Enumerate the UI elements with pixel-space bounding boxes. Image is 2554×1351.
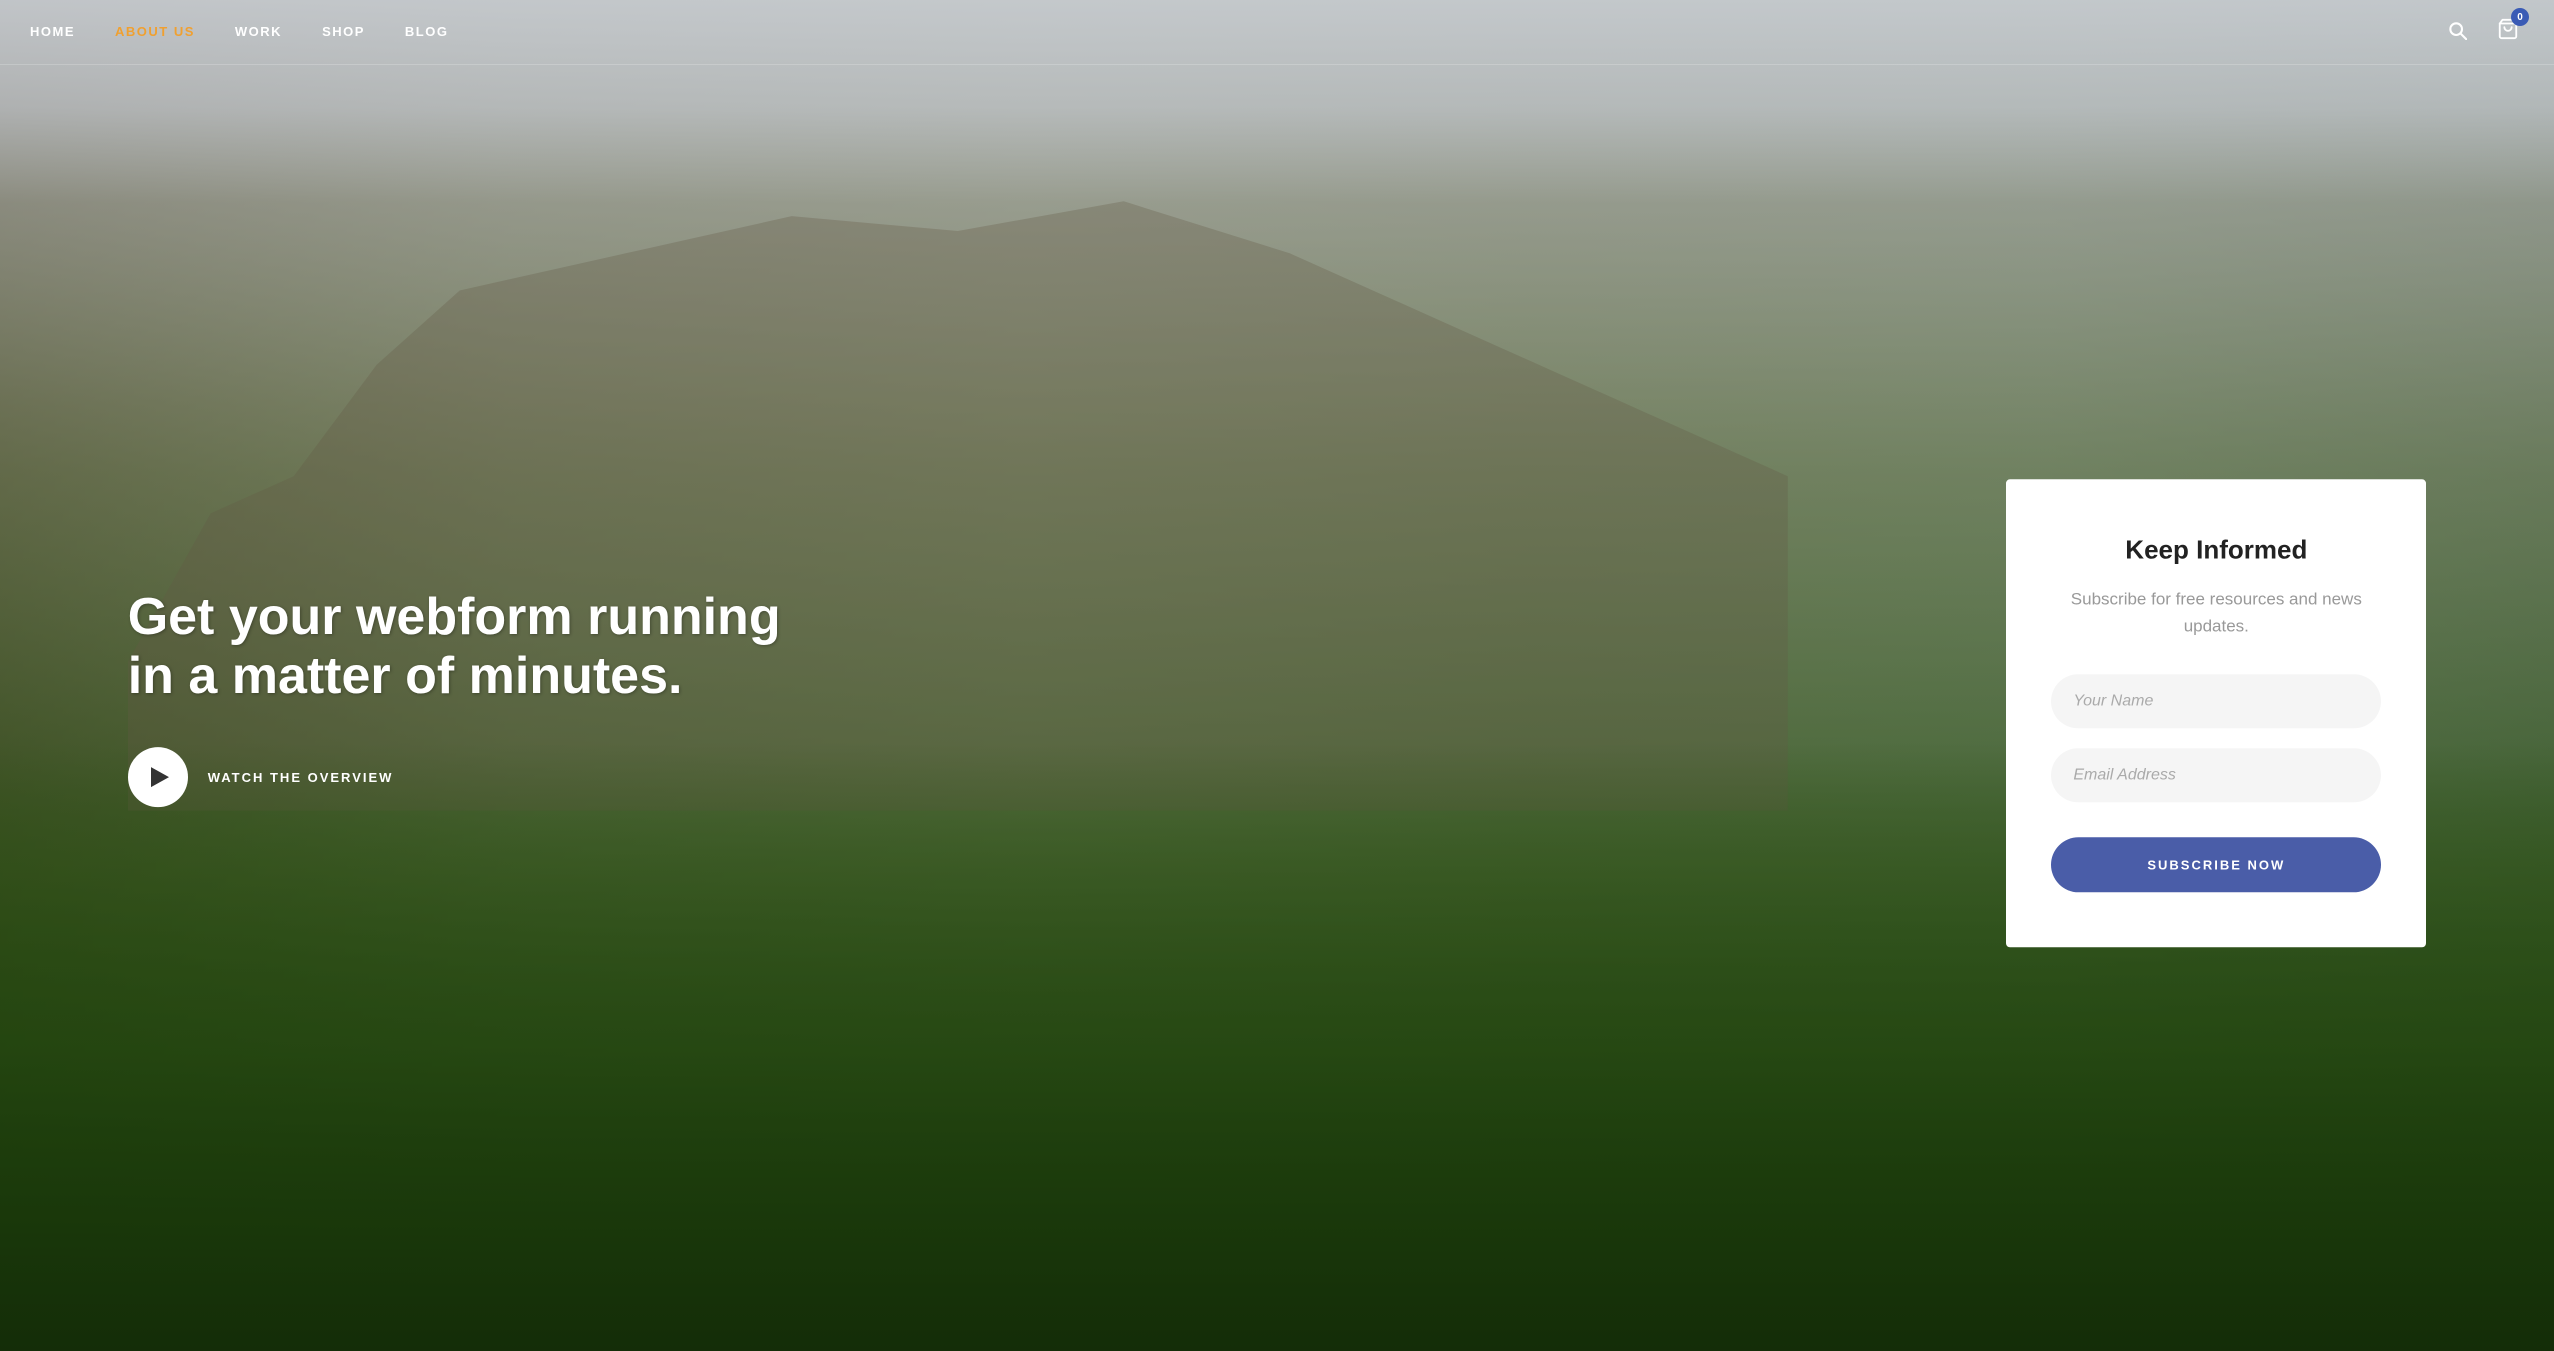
play-icon	[151, 767, 169, 787]
play-button[interactable]	[128, 747, 188, 807]
cart-button[interactable]: 0	[2492, 13, 2524, 51]
subscribe-button[interactable]: SUBSCRIBE NOW	[2051, 837, 2381, 892]
search-button[interactable]	[2442, 15, 2472, 50]
hero-content: Get your webform running in a matter of …	[128, 588, 828, 808]
nav-item-blog[interactable]: BLOG	[405, 24, 449, 39]
card-title: Keep Informed	[2051, 534, 2381, 565]
watch-label: WATCH THE OVERVIEW	[208, 770, 394, 785]
navigation: HOME ABOUT US WORK SHOP BLOG 0	[0, 0, 2554, 65]
name-form-group	[2051, 674, 2381, 728]
email-input[interactable]	[2051, 748, 2381, 802]
search-icon	[2447, 20, 2467, 40]
cart-badge: 0	[2511, 8, 2529, 26]
hero-title: Get your webform running in a matter of …	[128, 588, 828, 708]
nav-item-home[interactable]: HOME	[30, 24, 75, 39]
nav-item-work[interactable]: WORK	[235, 24, 282, 39]
subscribe-card: Keep Informed Subscribe for free resourc…	[2006, 479, 2426, 947]
nav-right: 0	[2442, 13, 2524, 51]
watch-container: WATCH THE OVERVIEW	[128, 747, 828, 807]
nav-item-about[interactable]: ABOUT US	[115, 24, 195, 39]
nav-item-shop[interactable]: SHOP	[322, 24, 365, 39]
name-input[interactable]	[2051, 674, 2381, 728]
nav-links: HOME ABOUT US WORK SHOP BLOG	[30, 23, 448, 41]
card-subtitle: Subscribe for free resources and news up…	[2051, 585, 2381, 639]
email-form-group	[2051, 748, 2381, 802]
